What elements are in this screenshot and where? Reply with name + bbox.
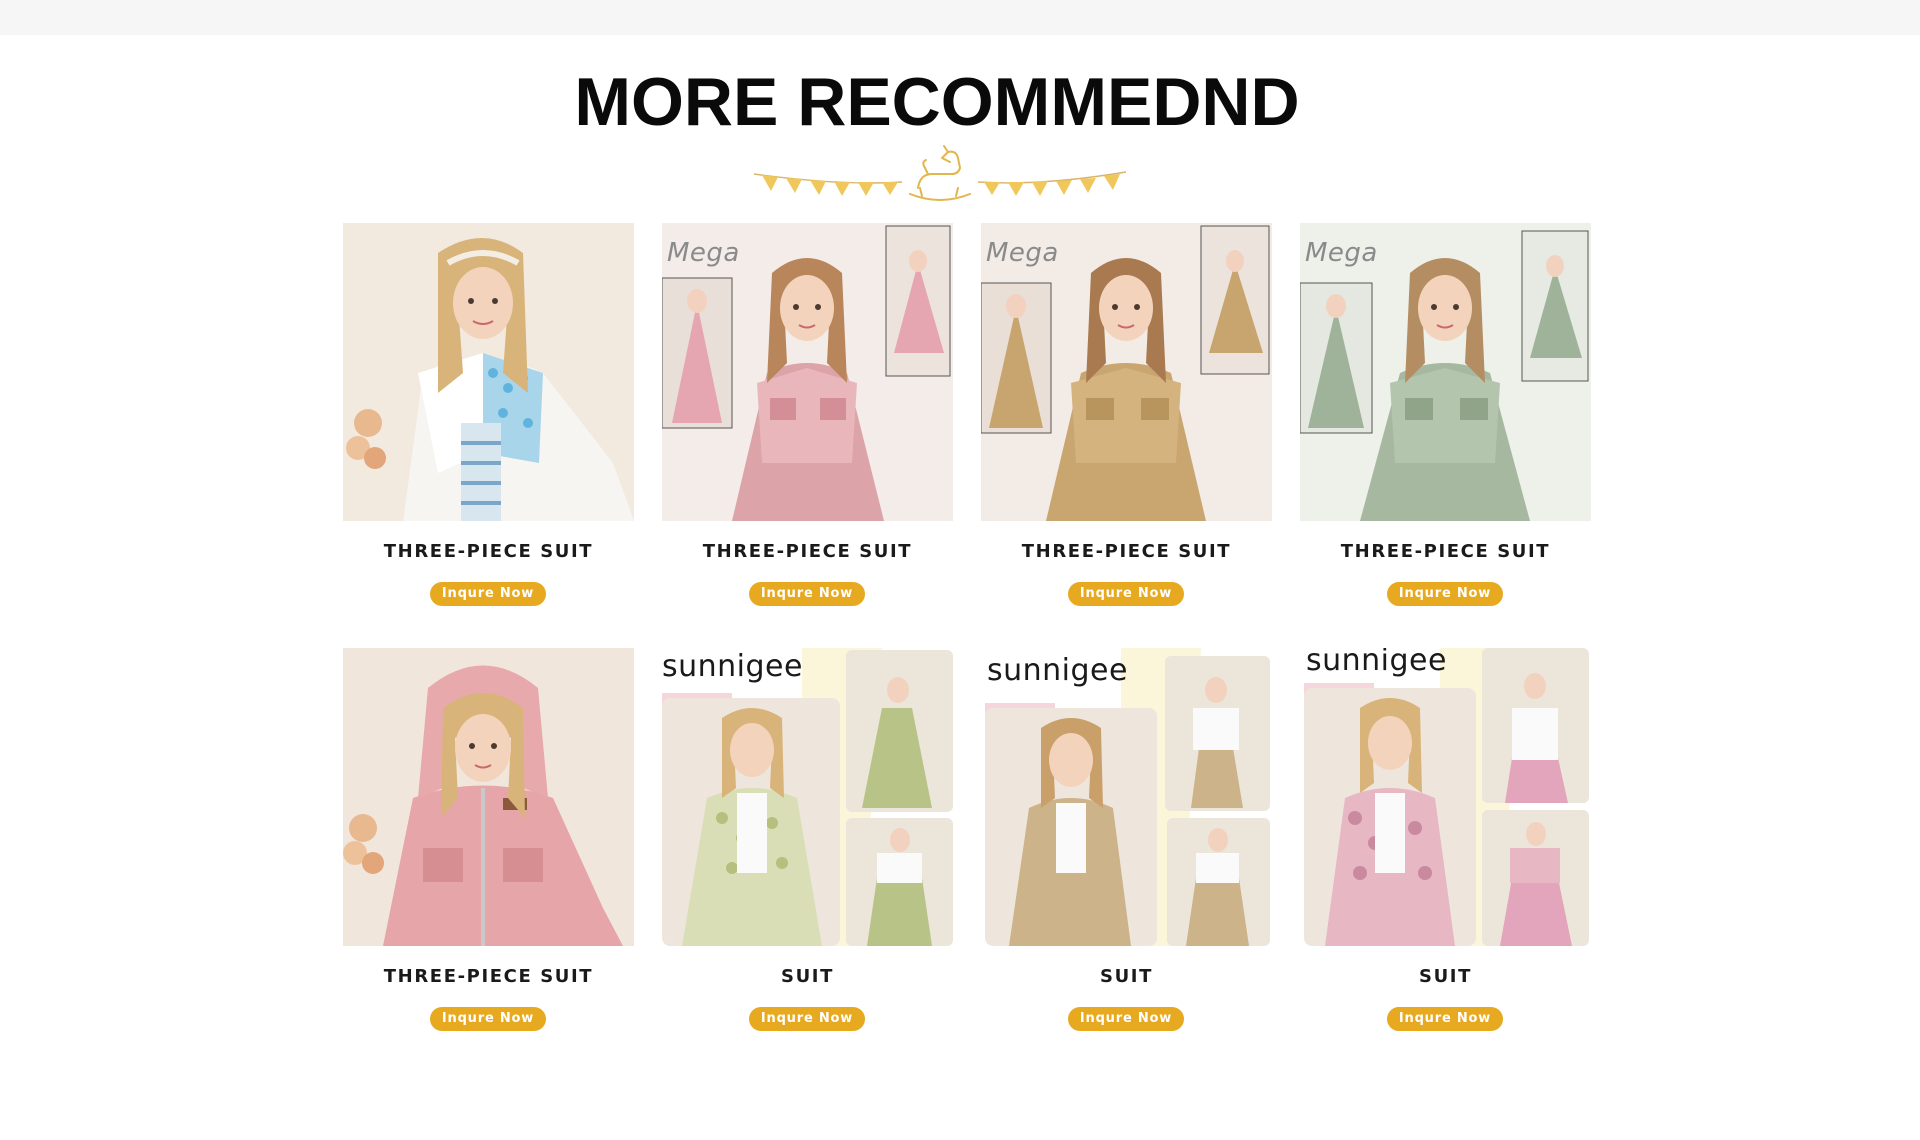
svg-text:Mega: Mega	[986, 238, 1059, 268]
product-image[interactable]: Mega	[1300, 223, 1591, 521]
product-image[interactable]: Mega	[981, 223, 1272, 521]
top-strip	[0, 0, 1920, 35]
inquire-now-button[interactable]: Inqure Now	[430, 582, 546, 606]
product-image[interactable]	[343, 648, 634, 946]
sunnigee-logo: sunnigee	[987, 653, 1128, 688]
inquire-now-button[interactable]: Inqure Now	[1387, 582, 1503, 606]
product-image[interactable]: sunnigee	[1300, 648, 1591, 946]
inquire-now-button[interactable]: Inqure Now	[430, 1007, 546, 1031]
inquire-now-button[interactable]: Inqure Now	[1068, 582, 1184, 606]
product-title[interactable]: THREE-PIECE SUIT	[343, 966, 634, 987]
inquire-now-button[interactable]: Inqure Now	[1068, 1007, 1184, 1031]
product-title[interactable]: THREE-PIECE SUIT	[981, 541, 1272, 562]
inquire-now-button[interactable]: Inqure Now	[749, 1007, 865, 1031]
product-image[interactable]: sunnigee	[981, 648, 1272, 946]
sunnigee-logo: sunnigee	[1306, 648, 1447, 678]
inquire-now-button[interactable]: Inqure Now	[749, 582, 865, 606]
svg-text:Mega: Mega	[667, 238, 740, 268]
product-image[interactable]	[343, 223, 634, 521]
product-title[interactable]: SUIT	[981, 966, 1272, 987]
product-image[interactable]: sunnigee	[662, 648, 953, 946]
product-title[interactable]: THREE-PIECE SUIT	[343, 541, 634, 562]
product-title[interactable]: SUIT	[1300, 966, 1591, 987]
inquire-now-button[interactable]: Inqure Now	[1387, 1007, 1503, 1031]
svg-text:Mega: Mega	[1305, 238, 1378, 268]
product-image[interactable]: Mega	[662, 223, 953, 521]
product-title[interactable]: THREE-PIECE SUIT	[662, 541, 953, 562]
bunting-rocking-horse-decoration	[753, 145, 1127, 201]
product-title[interactable]: SUIT	[662, 966, 953, 987]
section-title: MORE RECOMMEDND	[574, 64, 1300, 140]
sunnigee-logo: sunnigee	[662, 649, 803, 684]
product-title[interactable]: THREE-PIECE SUIT	[1300, 541, 1591, 562]
